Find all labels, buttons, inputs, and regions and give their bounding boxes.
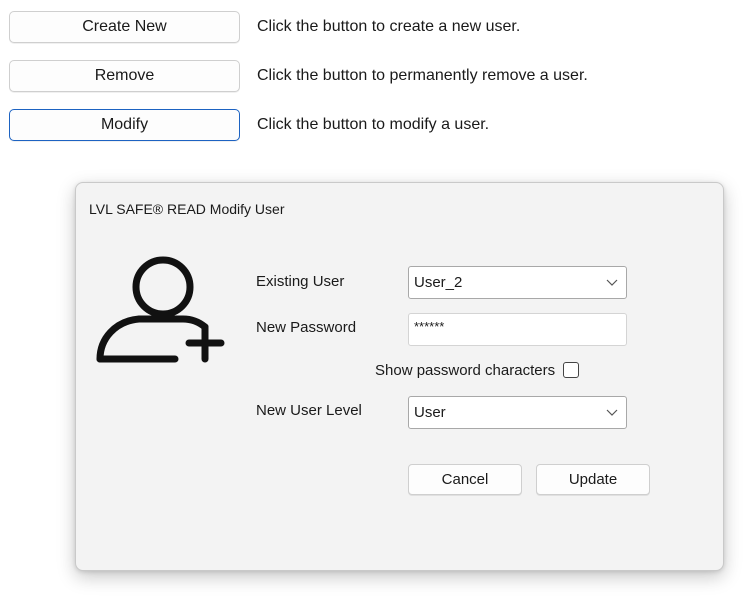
- create-description: Click the button to create a new user.: [257, 18, 521, 35]
- chevron-down-icon: [606, 409, 618, 416]
- modify-user-dialog: LVL SAFE® READ Modify User Existing User…: [75, 182, 724, 571]
- dialog-title: LVL SAFE® READ Modify User: [89, 201, 285, 217]
- cancel-button[interactable]: Cancel: [408, 464, 522, 495]
- new-user-level-select[interactable]: User: [408, 396, 627, 429]
- remove-button[interactable]: Remove: [9, 60, 240, 92]
- remove-description: Click the button to permanently remove a…: [257, 67, 588, 84]
- show-password-label: Show password characters: [375, 361, 556, 379]
- existing-user-value: User_2: [414, 274, 463, 291]
- show-password-row: Show password characters: [375, 359, 580, 381]
- user-add-icon: [96, 256, 225, 363]
- create-row: Create New Click the button to create a …: [9, 10, 520, 44]
- user-management-page: Create New Click the button to create a …: [0, 0, 746, 615]
- existing-user-label: Existing User: [256, 273, 345, 290]
- remove-row: Remove Click the button to permanently r…: [9, 59, 588, 93]
- show-password-checkbox[interactable]: [563, 362, 580, 378]
- new-password-label: New Password: [256, 319, 357, 336]
- create-new-button[interactable]: Create New: [9, 11, 240, 43]
- new-password-field[interactable]: ******: [408, 313, 627, 346]
- update-button[interactable]: Update: [536, 464, 650, 495]
- modify-description: Click the button to modify a user.: [257, 116, 490, 133]
- modify-row: Modify Click the button to modify a user…: [9, 108, 489, 142]
- existing-user-select[interactable]: User_2: [408, 266, 627, 299]
- modify-button[interactable]: Modify: [9, 109, 240, 141]
- new-user-level-value: User: [414, 404, 446, 421]
- new-user-level-label: New User Level: [256, 402, 362, 419]
- chevron-down-icon: [606, 279, 618, 286]
